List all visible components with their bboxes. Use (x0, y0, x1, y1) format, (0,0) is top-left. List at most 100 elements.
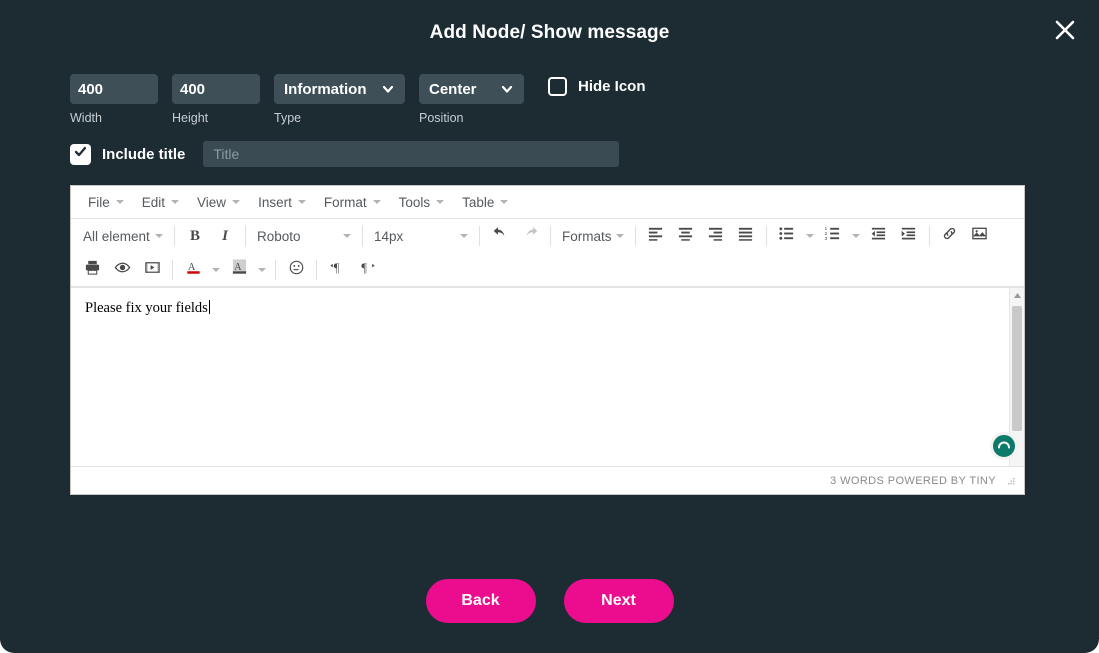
position-field-group: Center Position (419, 74, 524, 125)
hide-icon-label: Hide Icon (578, 78, 646, 95)
title-input[interactable] (203, 141, 620, 167)
add-node-modal: Add Node/ Show message px Width px Heigh… (0, 0, 1099, 653)
italic-icon: I (222, 227, 228, 244)
align-left-button[interactable] (641, 223, 671, 249)
image-icon (971, 225, 988, 247)
font-family-select[interactable]: Roboto (251, 226, 357, 247)
width-input-box[interactable]: px (70, 74, 291, 104)
svg-text:A: A (187, 262, 195, 273)
toolbar-separator (316, 259, 317, 280)
svg-text:A: A (234, 262, 242, 273)
align-center-icon (677, 225, 694, 247)
bullet-list-button[interactable] (772, 223, 802, 249)
resize-grip-icon[interactable] (1004, 475, 1016, 487)
insert-media-button[interactable] (137, 257, 167, 283)
menu-view-label: View (197, 194, 227, 210)
media-film-icon (144, 259, 161, 281)
menu-insert-label: Insert (258, 194, 292, 210)
svg-text:¶: ¶ (333, 261, 339, 275)
emoji-button[interactable] (281, 257, 311, 283)
text-color-button[interactable]: A (178, 257, 208, 283)
page-title: Add Node/ Show message (429, 22, 670, 43)
print-button[interactable] (77, 257, 107, 283)
redo-icon (522, 225, 539, 247)
close-button[interactable] (1045, 10, 1085, 50)
element-select[interactable]: All element (77, 226, 169, 247)
include-title-checkbox[interactable] (70, 143, 91, 165)
menu-edit-label: Edit (141, 194, 166, 210)
chevron-down-icon (372, 200, 381, 204)
toolbar-separator (275, 259, 276, 280)
outdent-button[interactable] (864, 223, 894, 249)
numbered-list-options-caret[interactable] (848, 223, 864, 249)
chevron-down-icon (232, 200, 241, 204)
toolbar-separator (172, 259, 173, 280)
chevron-down-icon (212, 267, 220, 272)
background-color-options-caret[interactable] (254, 257, 270, 283)
formats-select[interactable]: Formats (556, 226, 630, 247)
align-center-button[interactable] (671, 223, 701, 249)
rtl-button[interactable]: ¶ (352, 257, 382, 283)
scroll-up-arrow-icon[interactable] (1010, 288, 1024, 302)
chevron-down-icon (381, 82, 395, 96)
modal-footer: Back Next (0, 579, 1099, 623)
menu-view[interactable]: View (188, 192, 249, 213)
undo-icon (492, 225, 509, 247)
indent-button[interactable] (894, 223, 924, 249)
align-justify-button[interactable] (731, 223, 761, 249)
editor-text[interactable]: Please fix your fields (71, 288, 224, 329)
height-input-box[interactable]: px (172, 74, 393, 104)
text-color-options-caret[interactable] (208, 257, 224, 283)
numbered-list-button[interactable]: 123 (818, 223, 848, 249)
editor-content-area[interactable]: Please fix your fields (71, 287, 1024, 466)
menu-edit[interactable]: Edit (133, 192, 188, 213)
type-select[interactable]: Information (274, 74, 405, 104)
ltr-button[interactable]: ¶ (322, 257, 352, 283)
insert-link-button[interactable] (935, 223, 965, 249)
italic-button[interactable]: I (210, 223, 240, 249)
menu-file[interactable]: File (79, 192, 133, 213)
back-button[interactable]: Back (425, 579, 536, 623)
direction-rtl-icon: ¶ (359, 259, 376, 281)
menu-insert[interactable]: Insert (249, 192, 315, 213)
menu-format-label: Format (323, 194, 367, 210)
font-size-select[interactable]: 14px (368, 226, 474, 247)
align-justify-icon (737, 225, 754, 247)
chevron-down-icon (343, 234, 351, 238)
menu-table[interactable]: Table (453, 192, 517, 213)
include-title-label: Include title (102, 145, 186, 163)
close-icon (1053, 18, 1077, 42)
check-icon (73, 144, 88, 164)
bold-button[interactable]: B (180, 223, 210, 249)
redo-button[interactable] (515, 223, 545, 249)
menu-format[interactable]: Format (315, 192, 390, 213)
hide-icon-checkbox[interactable] (548, 77, 567, 96)
font-size-value: 14px (374, 228, 404, 244)
bullet-list-options-caret[interactable] (802, 223, 818, 249)
menu-tools[interactable]: Tools (390, 192, 454, 213)
editor-text-value: Please fix your fields (85, 300, 208, 316)
editor-menubar: File Edit View Insert Format Tools Table (71, 186, 1024, 219)
position-select-value: Center (429, 80, 477, 98)
preview-button[interactable] (107, 257, 137, 283)
loading-spinner-badge[interactable] (990, 432, 1018, 460)
scrollbar-thumb[interactable] (1012, 306, 1022, 431)
background-color-button[interactable]: A (224, 257, 254, 283)
indent-icon (900, 225, 917, 247)
next-button[interactable]: Next (563, 579, 674, 623)
position-label: Position (419, 111, 464, 125)
insert-image-button[interactable] (965, 223, 995, 249)
align-right-button[interactable] (701, 223, 731, 249)
width-field-group: px Width (70, 74, 291, 125)
undo-button[interactable] (485, 223, 515, 249)
text-color-icon: A (185, 258, 202, 281)
editor-toolbar-row-1: All element B I Roboto 14px Formats 1 2 … (71, 219, 1024, 253)
chevron-down-icon (436, 200, 445, 204)
position-select[interactable]: Center (419, 74, 524, 104)
align-right-icon (707, 225, 724, 247)
element-select-value: All element (83, 228, 150, 244)
settings-row: px Width px Height Information Type Cent… (70, 74, 646, 125)
preview-eye-icon (114, 259, 131, 281)
word-count-label: 3 WORDS POWERED BY TINY (830, 474, 996, 487)
menu-tools-label: Tools (398, 194, 431, 210)
